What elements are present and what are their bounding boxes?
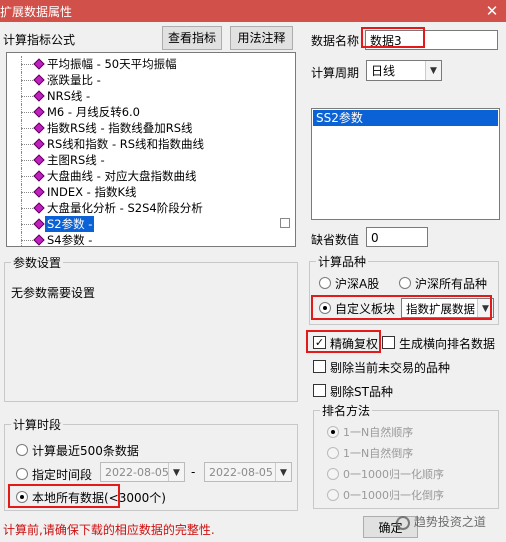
formula-item-label: S4参数 - <box>47 233 93 247</box>
ranking-group: 排名方法 1一N自然顺序 1一N自然倒序 0一1000归一化顺序 0一1000归… <box>313 402 499 509</box>
exclude-untraded-checkbox[interactable] <box>313 360 326 373</box>
watermark: 趋势投资之道 <box>396 510 506 534</box>
param-settings-group: 参数设置 无参数需要设置 <box>4 254 298 402</box>
formula-item-label: M6 - 月线反转6.0 <box>47 105 140 119</box>
formula-item-label: RS线和指数 - RS线和指数曲线 <box>47 137 205 151</box>
radio-shsz-all[interactable] <box>399 277 411 289</box>
formula-item-label: 涨跌量比 - <box>47 73 101 87</box>
formula-item-label: INDEX - 指数K线 <box>47 185 137 199</box>
usage-notes-button[interactable]: 用法注释 <box>230 26 293 50</box>
watermark-text: 趋势投资之道 <box>413 515 486 529</box>
radio-shsz-a[interactable] <box>319 277 331 289</box>
formula-item[interactable]: 主图RS线 - <box>7 152 277 168</box>
close-icon[interactable]: ✕ <box>482 1 502 21</box>
date-separator: - <box>191 465 196 479</box>
tree-checkbox[interactable] <box>280 218 290 228</box>
formula-item[interactable]: RS线和指数 - RS线和指数曲线 <box>7 136 277 152</box>
default-value-label: 缺省数值 <box>311 233 360 247</box>
radio-date-range[interactable] <box>16 468 28 480</box>
data-name-highlight <box>361 27 425 48</box>
precise-adjust-highlight <box>306 330 381 353</box>
param-settings-message: 无参数需要设置 <box>11 286 96 300</box>
varieties-option-a: 沪深A股 <box>335 277 380 291</box>
param-list-item[interactable]: SS2参数 <box>313 110 498 126</box>
chevron-down-icon: ▼ <box>168 463 184 481</box>
custom-block-highlight <box>311 295 492 320</box>
date-to-picker[interactable]: 2022-08-05 ▼ <box>204 462 292 482</box>
formula-icon <box>33 234 45 246</box>
data-name-label: 数据名称 <box>311 34 360 48</box>
formula-icon <box>33 170 45 182</box>
formula-icon <box>33 202 45 214</box>
formula-icon <box>33 58 45 70</box>
radio-rank-norm-asc[interactable] <box>327 468 339 480</box>
exclude-st-label: 剔除ST品种 <box>330 385 393 399</box>
formula-icon <box>33 186 45 198</box>
param-listbox[interactable]: SS2参数 <box>311 108 500 220</box>
varieties-option-all: 沪深所有品种 <box>415 277 488 291</box>
view-indicator-button[interactable]: 查看指标 <box>162 26 222 50</box>
wechat-icon <box>396 515 410 530</box>
varieties-title: 计算品种 <box>316 253 369 270</box>
formula-icon <box>33 106 45 118</box>
formula-icon <box>33 90 45 102</box>
title-bar: 扩展数据属性 ✕ <box>0 0 506 22</box>
formula-item-label: 平均振幅 - 50天平均振幅 <box>47 57 177 71</box>
exclude-untraded-label: 剔除当前未交易的品种 <box>330 361 451 375</box>
exclude-st-checkbox[interactable] <box>313 384 326 397</box>
date-to-value: 2022-08-05 <box>209 466 273 479</box>
radio-rank-reverse[interactable] <box>327 447 339 459</box>
formula-item[interactable]: S4参数 - <box>7 232 277 247</box>
date-from-picker[interactable]: 2022-08-05 ▼ <box>100 462 185 482</box>
formula-icon <box>33 122 45 134</box>
period-value: 日线 <box>371 64 396 78</box>
formula-item[interactable]: M6 - 月线反转6.0 <box>7 104 277 120</box>
dialog-window: 扩展数据属性 ✕ 计算指标公式 查看指标 用法注释 平均振幅 - 50天平均振幅… <box>0 0 506 542</box>
window-title: 扩展数据属性 <box>0 5 73 19</box>
formula-item[interactable]: 大盘量化分析 - S2S4阶段分析 <box>7 200 277 216</box>
formula-icon <box>33 138 45 150</box>
generate-rank-label: 生成横向排名数据 <box>399 337 496 351</box>
formula-icon <box>33 74 45 86</box>
formula-item-label: 大盘量化分析 - S2S4阶段分析 <box>47 201 203 215</box>
formula-item-label: 主图RS线 - <box>47 153 105 167</box>
formula-item[interactable]: NRS线 - <box>7 88 277 104</box>
radio-rank-norm-desc[interactable] <box>327 489 339 501</box>
default-value-input[interactable]: 0 <box>366 227 428 247</box>
ranking-option-3: 0一1000归一化顺序 <box>343 468 444 481</box>
param-settings-title: 参数设置 <box>11 254 64 271</box>
period-option-recent: 计算最近500条数据 <box>32 444 139 458</box>
ranking-option-1: 1一N自然顺序 <box>343 426 414 439</box>
ranking-title: 排名方法 <box>320 402 373 419</box>
ranking-option-4: 0一1000归一化倒序 <box>343 489 444 502</box>
formula-item[interactable]: INDEX - 指数K线 <box>7 184 277 200</box>
period-option-range: 指定时间段 <box>32 468 93 482</box>
ranking-option-2: 1一N自然倒序 <box>343 447 414 460</box>
period-group-title: 计算时段 <box>11 416 64 433</box>
generate-rank-checkbox[interactable] <box>382 336 395 349</box>
formula-item[interactable]: 平均振幅 - 50天平均振幅 <box>7 56 277 72</box>
radio-recent-500[interactable] <box>16 444 28 456</box>
footer-warning: 计算前,请确保下载的相应数据的完整性. <box>3 523 215 537</box>
local-data-highlight <box>8 484 120 508</box>
period-select[interactable]: 日线 ▼ <box>366 60 442 81</box>
formula-item[interactable]: S2参数 - <box>7 216 277 232</box>
date-from-value: 2022-08-05 <box>105 466 169 479</box>
formula-item-label: S2参数 - <box>45 216 95 232</box>
period-label: 计算周期 <box>311 66 360 80</box>
formula-tree[interactable]: 平均振幅 - 50天平均振幅 涨跌量比 - NRS线 - M6 - 月线反转6.0 指数… <box>6 52 296 247</box>
formula-label: 计算指标公式 <box>3 33 76 47</box>
formula-item-label: NRS线 - <box>47 89 91 103</box>
formula-item[interactable]: 指数RS线 - 指数线叠加RS线 <box>7 120 277 136</box>
formula-item[interactable]: 大盘曲线 - 对应大盘指数曲线 <box>7 168 277 184</box>
chevron-down-icon: ▼ <box>425 61 441 80</box>
formula-icon <box>33 154 45 166</box>
formula-item-label: 指数RS线 - 指数线叠加RS线 <box>47 121 193 135</box>
chevron-down-icon: ▼ <box>275 463 291 481</box>
formula-item-label: 大盘曲线 - 对应大盘指数曲线 <box>47 169 197 183</box>
formula-icon <box>33 218 45 230</box>
radio-rank-natural[interactable] <box>327 426 339 438</box>
formula-item[interactable]: 涨跌量比 - <box>7 72 277 88</box>
